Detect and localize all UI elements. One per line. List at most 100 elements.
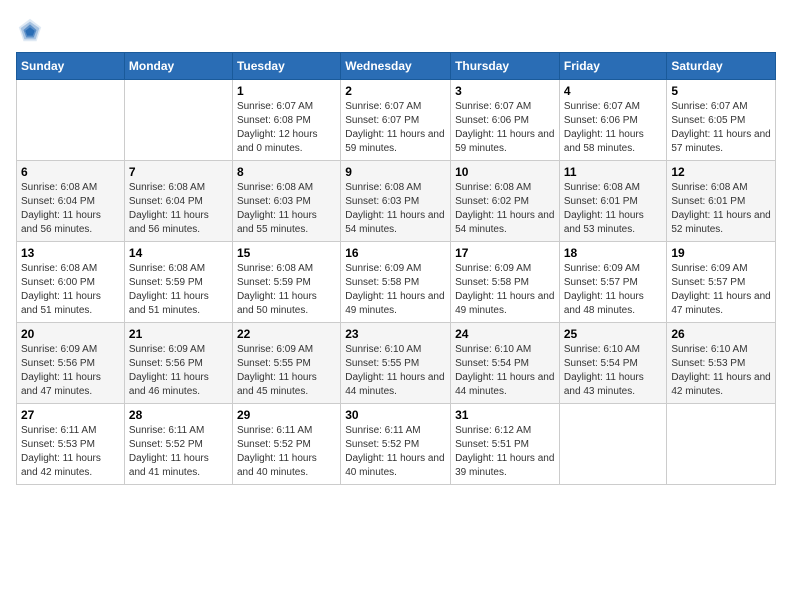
week-row-2: 6 Sunrise: 6:08 AMSunset: 6:04 PMDaylight… bbox=[17, 161, 776, 242]
day-number: 28 bbox=[129, 408, 228, 422]
day-info: Sunrise: 6:07 AMSunset: 6:06 PMDaylight:… bbox=[564, 100, 663, 156]
day-info: Sunrise: 6:07 AMSunset: 6:07 PMDaylight:… bbox=[345, 100, 446, 156]
calendar-cell: 21Sunrise: 6:09 AMSunset: 5:56 PMDayligh… bbox=[124, 323, 232, 404]
calendar-cell: 14 Sunrise: 6:08 AMSunset: 5:59 PMDayligh… bbox=[124, 242, 232, 323]
day-info: Sunrise: 6:08 AMSunset: 5:59 PMDaylight:… bbox=[237, 262, 336, 318]
calendar-cell: 2 Sunrise: 6:07 AMSunset: 6:07 PMDaylight… bbox=[341, 80, 451, 161]
day-number: 2 bbox=[345, 84, 446, 98]
day-number: 1 bbox=[237, 84, 336, 98]
calendar-cell: 31 Sunrise: 6:12 AMSunset: 5:51 PMDayligh… bbox=[451, 404, 560, 485]
logo bbox=[16, 16, 48, 44]
day-info: Sunrise: 6:09 AMSunset: 5:58 PMDaylight:… bbox=[345, 262, 446, 318]
calendar-table: SundayMondayTuesdayWednesdayThursdayFrid… bbox=[16, 52, 776, 485]
day-number: 20 bbox=[21, 327, 120, 341]
day-info: Sunrise: 6:08 AMSunset: 6:02 PMDaylight:… bbox=[455, 181, 555, 237]
week-row-3: 13 Sunrise: 6:08 AMSunset: 6:00 PMDayligh… bbox=[17, 242, 776, 323]
week-row-1: 1 Sunrise: 6:07 AMSunset: 6:08 PMDaylight… bbox=[17, 80, 776, 161]
day-number: 17 bbox=[455, 246, 555, 260]
day-number: 24 bbox=[455, 327, 555, 341]
day-number: 11 bbox=[564, 165, 663, 179]
day-info: Sunrise: 6:08 AMSunset: 6:03 PMDaylight:… bbox=[345, 181, 446, 237]
calendar-cell bbox=[17, 80, 125, 161]
week-row-4: 20 Sunrise: 6:09 AMSunset: 5:56 PMDayligh… bbox=[17, 323, 776, 404]
calendar-cell: 16Sunrise: 6:09 AMSunset: 5:58 PMDayligh… bbox=[341, 242, 451, 323]
calendar-cell: 20 Sunrise: 6:09 AMSunset: 5:56 PMDayligh… bbox=[17, 323, 125, 404]
day-number: 13 bbox=[21, 246, 120, 260]
calendar-cell: 10 Sunrise: 6:08 AMSunset: 6:02 PMDayligh… bbox=[451, 161, 560, 242]
weekday-saturday: Saturday bbox=[667, 53, 776, 80]
day-info: Sunrise: 6:10 AMSunset: 5:53 PMDaylight:… bbox=[671, 343, 771, 399]
week-row-5: 27Sunrise: 6:11 AMSunset: 5:53 PMDayligh… bbox=[17, 404, 776, 485]
weekday-friday: Friday bbox=[559, 53, 667, 80]
day-info: Sunrise: 6:08 AMSunset: 6:01 PMDaylight:… bbox=[671, 181, 771, 237]
day-info: Sunrise: 6:10 AMSunset: 5:54 PMDaylight:… bbox=[564, 343, 663, 399]
calendar-cell: 1 Sunrise: 6:07 AMSunset: 6:08 PMDaylight… bbox=[232, 80, 340, 161]
day-info: Sunrise: 6:08 AMSunset: 6:01 PMDaylight:… bbox=[564, 181, 663, 237]
weekday-monday: Monday bbox=[124, 53, 232, 80]
day-number: 15 bbox=[237, 246, 336, 260]
day-info: Sunrise: 6:09 AMSunset: 5:55 PMDaylight:… bbox=[237, 343, 336, 399]
day-number: 14 bbox=[129, 246, 228, 260]
day-number: 6 bbox=[21, 165, 120, 179]
day-number: 23 bbox=[345, 327, 446, 341]
calendar-cell: 4 Sunrise: 6:07 AMSunset: 6:06 PMDaylight… bbox=[559, 80, 667, 161]
day-info: Sunrise: 6:08 AMSunset: 6:04 PMDaylight:… bbox=[129, 181, 228, 237]
day-info: Sunrise: 6:07 AMSunset: 6:06 PMDaylight:… bbox=[455, 100, 555, 156]
day-number: 31 bbox=[455, 408, 555, 422]
calendar-cell: 7 Sunrise: 6:08 AMSunset: 6:04 PMDaylight… bbox=[124, 161, 232, 242]
calendar-cell bbox=[559, 404, 667, 485]
day-info: Sunrise: 6:09 AMSunset: 5:56 PMDaylight:… bbox=[129, 343, 228, 399]
day-number: 3 bbox=[455, 84, 555, 98]
day-number: 29 bbox=[237, 408, 336, 422]
calendar-cell: 17Sunrise: 6:09 AMSunset: 5:58 PMDayligh… bbox=[451, 242, 560, 323]
day-info: Sunrise: 6:11 AMSunset: 5:53 PMDaylight:… bbox=[21, 424, 120, 480]
day-number: 25 bbox=[564, 327, 663, 341]
day-info: Sunrise: 6:11 AMSunset: 5:52 PMDaylight:… bbox=[237, 424, 336, 480]
day-info: Sunrise: 6:08 AMSunset: 6:03 PMDaylight:… bbox=[237, 181, 336, 237]
calendar-cell bbox=[667, 404, 776, 485]
day-info: Sunrise: 6:10 AMSunset: 5:55 PMDaylight:… bbox=[345, 343, 446, 399]
weekday-tuesday: Tuesday bbox=[232, 53, 340, 80]
calendar-cell: 24 Sunrise: 6:10 AMSunset: 5:54 PMDayligh… bbox=[451, 323, 560, 404]
day-info: Sunrise: 6:08 AMSunset: 5:59 PMDaylight:… bbox=[129, 262, 228, 318]
day-number: 8 bbox=[237, 165, 336, 179]
day-number: 9 bbox=[345, 165, 446, 179]
weekday-thursday: Thursday bbox=[451, 53, 560, 80]
calendar-cell bbox=[124, 80, 232, 161]
calendar-cell: 9 Sunrise: 6:08 AMSunset: 6:03 PMDaylight… bbox=[341, 161, 451, 242]
logo-icon bbox=[16, 16, 44, 44]
weekday-wednesday: Wednesday bbox=[341, 53, 451, 80]
calendar-cell: 22 Sunrise: 6:09 AMSunset: 5:55 PMDayligh… bbox=[232, 323, 340, 404]
calendar-cell: 6 Sunrise: 6:08 AMSunset: 6:04 PMDaylight… bbox=[17, 161, 125, 242]
day-number: 5 bbox=[671, 84, 771, 98]
calendar-cell: 28 Sunrise: 6:11 AMSunset: 5:52 PMDayligh… bbox=[124, 404, 232, 485]
day-number: 12 bbox=[671, 165, 771, 179]
calendar-cell: 25 Sunrise: 6:10 AMSunset: 5:54 PMDayligh… bbox=[559, 323, 667, 404]
day-number: 18 bbox=[564, 246, 663, 260]
day-info: Sunrise: 6:12 AMSunset: 5:51 PMDaylight:… bbox=[455, 424, 555, 480]
day-info: Sunrise: 6:08 AMSunset: 6:04 PMDaylight:… bbox=[21, 181, 120, 237]
calendar-cell: 23 Sunrise: 6:10 AMSunset: 5:55 PMDayligh… bbox=[341, 323, 451, 404]
day-info: Sunrise: 6:07 AMSunset: 6:08 PMDaylight:… bbox=[237, 100, 336, 156]
day-info: Sunrise: 6:08 AMSunset: 6:00 PMDaylight:… bbox=[21, 262, 120, 318]
weekday-header: SundayMondayTuesdayWednesdayThursdayFrid… bbox=[17, 53, 776, 80]
day-number: 7 bbox=[129, 165, 228, 179]
calendar-cell: 19Sunrise: 6:09 AMSunset: 5:57 PMDayligh… bbox=[667, 242, 776, 323]
day-info: Sunrise: 6:11 AMSunset: 5:52 PMDaylight:… bbox=[129, 424, 228, 480]
calendar-cell: 29 Sunrise: 6:11 AMSunset: 5:52 PMDayligh… bbox=[232, 404, 340, 485]
calendar-cell: 11 Sunrise: 6:08 AMSunset: 6:01 PMDayligh… bbox=[559, 161, 667, 242]
day-number: 30 bbox=[345, 408, 446, 422]
calendar-cell: 5Sunrise: 6:07 AMSunset: 6:05 PMDaylight… bbox=[667, 80, 776, 161]
day-info: Sunrise: 6:09 AMSunset: 5:57 PMDaylight:… bbox=[564, 262, 663, 318]
calendar-cell: 18 Sunrise: 6:09 AMSunset: 5:57 PMDayligh… bbox=[559, 242, 667, 323]
day-number: 26 bbox=[671, 327, 771, 341]
day-info: Sunrise: 6:10 AMSunset: 5:54 PMDaylight:… bbox=[455, 343, 555, 399]
day-number: 10 bbox=[455, 165, 555, 179]
day-info: Sunrise: 6:09 AMSunset: 5:56 PMDaylight:… bbox=[21, 343, 120, 399]
day-number: 4 bbox=[564, 84, 663, 98]
calendar-cell: 30Sunrise: 6:11 AMSunset: 5:52 PMDayligh… bbox=[341, 404, 451, 485]
calendar-body: 1 Sunrise: 6:07 AMSunset: 6:08 PMDaylight… bbox=[17, 80, 776, 485]
day-number: 22 bbox=[237, 327, 336, 341]
calendar-cell: 12 Sunrise: 6:08 AMSunset: 6:01 PMDayligh… bbox=[667, 161, 776, 242]
day-info: Sunrise: 6:09 AMSunset: 5:57 PMDaylight:… bbox=[671, 262, 771, 318]
